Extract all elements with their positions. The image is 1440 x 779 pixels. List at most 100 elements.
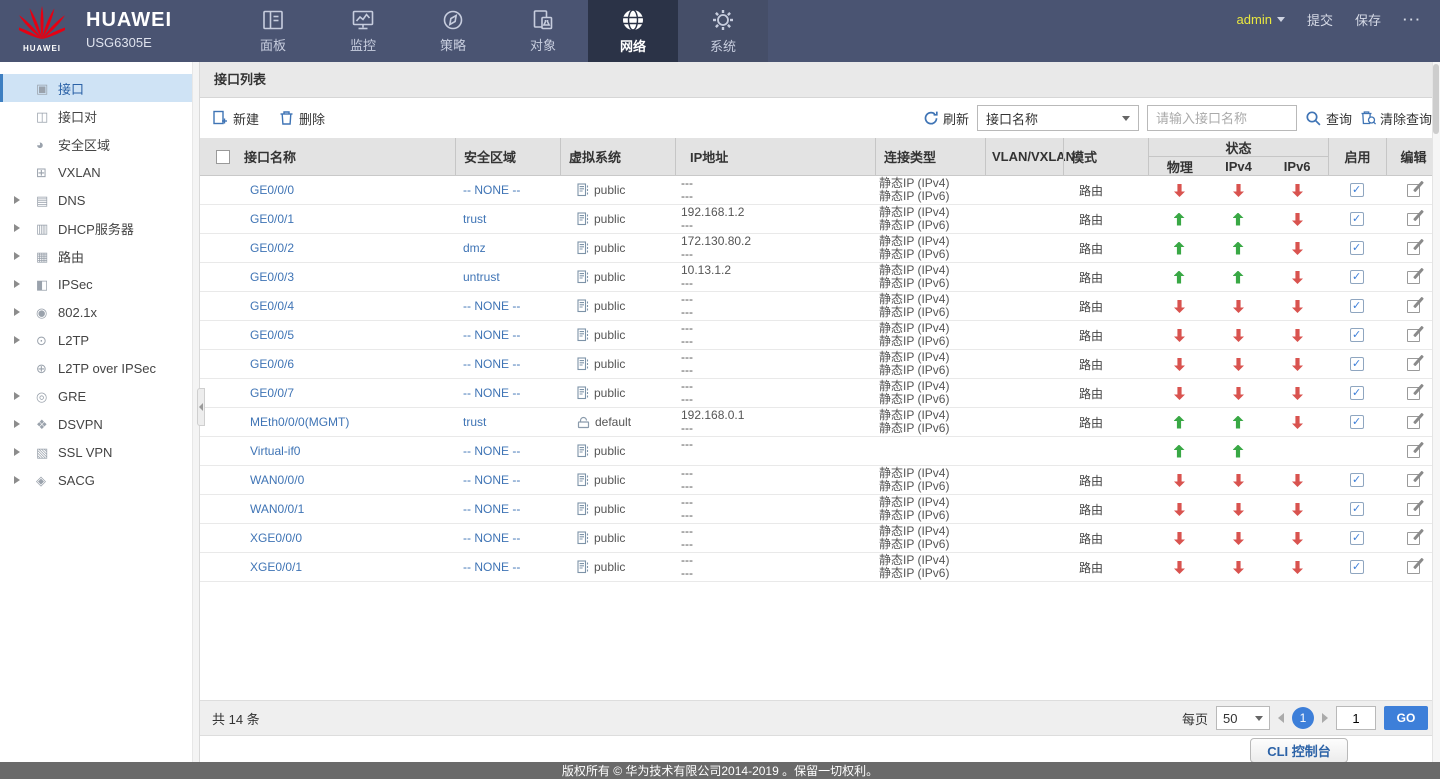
table-row[interactable]: GE0/0/1 trust public 192.168.1.2 --- 静态IP… [200,205,1440,234]
table-row[interactable]: WAN0/0/1 -- NONE -- public --- --- 静态IP (… [200,495,1440,524]
sidebar-item-interface[interactable]: ▣ 接口 [0,74,199,102]
interface-name-link[interactable]: GE0/0/5 [250,328,294,342]
goto-page-input[interactable] [1336,706,1376,730]
edit-icon[interactable] [1406,531,1420,545]
table-row[interactable]: WAN0/0/0 -- NONE -- public --- --- 静态IP (… [200,466,1440,495]
expand-arrow-icon[interactable] [14,336,20,344]
enable-checkbox[interactable] [1350,328,1364,342]
go-button[interactable]: GO [1384,706,1428,730]
tab-object[interactable]: 对象 [498,0,588,62]
save-button[interactable]: 保存 [1355,10,1381,29]
security-zone-link[interactable]: dmz [463,241,486,255]
sidebar-item-ipsec[interactable]: ◧ IPSec [0,270,199,298]
edit-icon[interactable] [1406,299,1420,313]
security-zone-link[interactable]: -- NONE -- [463,357,520,371]
current-page-badge[interactable]: 1 [1292,707,1314,729]
expand-arrow-icon[interactable] [14,476,20,484]
tab-system[interactable]: 系统 [678,0,768,62]
sidebar-item-vxlan[interactable]: ⊞ VXLAN [0,158,199,186]
sidebar-item-security-zone[interactable]: ◕ 安全区域 [0,130,199,158]
edit-icon[interactable] [1406,270,1420,284]
enable-checkbox[interactable] [1350,531,1364,545]
tab-dashboard[interactable]: 面板 [228,0,318,62]
security-zone-link[interactable]: -- NONE -- [463,444,520,458]
sidebar-item-l2tp[interactable]: ⊙ L2TP [0,326,199,354]
edit-icon[interactable] [1406,444,1420,458]
enable-checkbox[interactable] [1350,386,1364,400]
table-row[interactable]: GE0/0/6 -- NONE -- public --- --- 静态IP (I… [200,350,1440,379]
sidebar-item-8021x[interactable]: ◉ 802.1x [0,298,199,326]
table-row[interactable]: GE0/0/7 -- NONE -- public --- --- 静态IP (I… [200,379,1440,408]
interface-name-link[interactable]: GE0/0/4 [250,299,294,313]
security-zone-link[interactable]: -- NONE -- [463,328,520,342]
interface-name-link[interactable]: XGE0/0/0 [250,531,302,545]
tab-network[interactable]: 网络 [588,0,678,62]
enable-checkbox[interactable] [1350,473,1364,487]
table-row[interactable]: GE0/0/5 -- NONE -- public --- --- 静态IP (I… [200,321,1440,350]
enable-checkbox[interactable] [1350,270,1364,284]
edit-icon[interactable] [1406,502,1420,516]
table-row[interactable]: XGE0/0/1 -- NONE -- public --- --- 静态IP (… [200,553,1440,582]
select-all-checkbox[interactable] [216,149,230,164]
search-input[interactable] [1146,105,1297,131]
edit-icon[interactable] [1406,183,1420,197]
tab-monitor[interactable]: 监控 [318,0,408,62]
interface-name-link[interactable]: GE0/0/6 [250,357,294,371]
edit-icon[interactable] [1406,415,1420,429]
expand-arrow-icon[interactable] [14,392,20,400]
sidebar-item-dsvpn[interactable]: ❖ DSVPN [0,410,199,438]
clear-query-button[interactable]: 清除查询 [1360,109,1432,128]
sidebar-item-l2tp-over-ipsec[interactable]: ⊕ L2TP over IPSec [0,354,199,382]
security-zone-link[interactable]: -- NONE -- [463,560,520,574]
sidebar-item-gre[interactable]: ◎ GRE [0,382,199,410]
enable-checkbox[interactable] [1350,212,1364,226]
sidebar-item-sacg[interactable]: ◈ SACG [0,466,199,494]
main-scrollbar[interactable] [1432,62,1440,762]
table-row[interactable]: Virtual-if0 -- NONE -- public --- [200,437,1440,466]
interface-name-link[interactable]: Virtual-if0 [250,444,300,458]
sidebar-item-dhcp-server[interactable]: ▥ DHCP服务器 [0,214,199,242]
expand-arrow-icon[interactable] [14,252,20,260]
expand-arrow-icon[interactable] [14,420,20,428]
interface-name-link[interactable]: MEth0/0/0(MGMT) [250,415,349,429]
interface-name-link[interactable]: XGE0/0/1 [250,560,302,574]
more-menu-button[interactable]: ··· [1403,12,1422,27]
expand-arrow-icon[interactable] [14,196,20,204]
edit-icon[interactable] [1406,560,1420,574]
table-row[interactable]: GE0/0/2 dmz public 172.130.80.2 --- 静态IP … [200,234,1440,263]
prev-page-button[interactable] [1278,713,1284,723]
interface-name-link[interactable]: WAN0/0/1 [250,502,304,516]
edit-icon[interactable] [1406,386,1420,400]
expand-arrow-icon[interactable] [14,280,20,288]
table-row[interactable]: MEth0/0/0(MGMT) trust default 192.168.0.… [200,408,1440,437]
interface-name-link[interactable]: GE0/0/2 [250,241,294,255]
security-zone-link[interactable]: -- NONE -- [463,473,520,487]
delete-button[interactable]: 删除 [279,109,325,128]
security-zone-link[interactable]: trust [463,415,486,429]
enable-checkbox[interactable] [1350,415,1364,429]
refresh-button[interactable]: 刷新 [923,109,969,128]
interface-name-link[interactable]: GE0/0/0 [250,183,294,197]
scrollbar-thumb[interactable] [1433,64,1439,134]
interface-name-link[interactable]: GE0/0/1 [250,212,294,226]
enable-checkbox[interactable] [1350,299,1364,313]
security-zone-link[interactable]: -- NONE -- [463,386,520,400]
user-menu[interactable]: admin [1237,12,1285,27]
enable-checkbox[interactable] [1350,241,1364,255]
new-button[interactable]: 新建 [212,109,259,128]
edit-icon[interactable] [1406,241,1420,255]
query-button[interactable]: 查询 [1305,109,1352,128]
enable-checkbox[interactable] [1350,502,1364,516]
edit-icon[interactable] [1406,328,1420,342]
security-zone-link[interactable]: -- NONE -- [463,183,520,197]
security-zone-link[interactable]: -- NONE -- [463,531,520,545]
enable-checkbox[interactable] [1350,357,1364,371]
edit-icon[interactable] [1406,357,1420,371]
security-zone-link[interactable]: untrust [463,270,500,284]
sidebar-item-route[interactable]: ▦ 路由 [0,242,199,270]
cli-console-button[interactable]: CLI 控制台 [1250,738,1348,763]
expand-arrow-icon[interactable] [14,224,20,232]
sidebar-item-dns[interactable]: ▤ DNS [0,186,199,214]
table-row[interactable]: GE0/0/4 -- NONE -- public --- --- 静态IP (I… [200,292,1440,321]
next-page-button[interactable] [1322,713,1328,723]
